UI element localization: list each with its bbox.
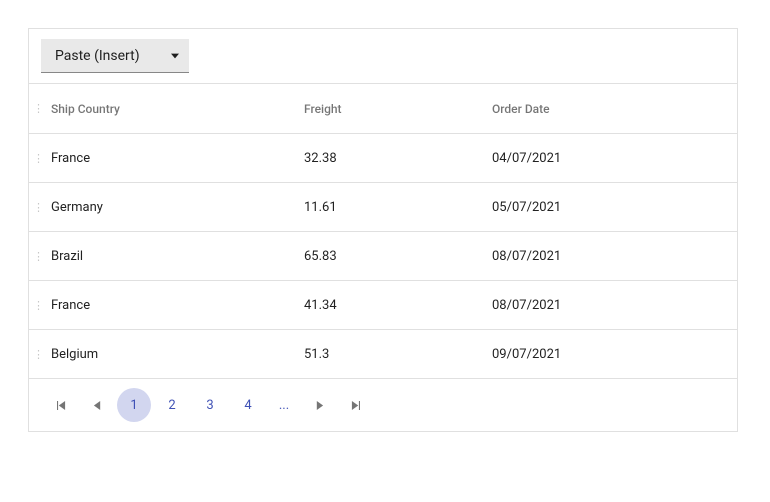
table-row[interactable]: ⋮ France 41.34 08/07/2021 (29, 281, 737, 330)
cell-order-date: 04/07/2021 (488, 151, 718, 166)
cell-order-date: 08/07/2021 (488, 298, 718, 313)
cell-order-date: 08/07/2021 (488, 249, 718, 264)
pager-page-2[interactable]: 2 (155, 388, 189, 422)
toolbar: Paste (Insert) (29, 29, 737, 84)
row-drag-handle[interactable]: ⋮ (29, 250, 47, 263)
table-row[interactable]: ⋮ France 32.38 04/07/2021 (29, 134, 737, 183)
cell-freight: 32.38 (300, 151, 488, 166)
table-row[interactable]: ⋮ Belgium 51.3 09/07/2021 (29, 330, 737, 379)
cell-order-date: 09/07/2021 (488, 347, 718, 362)
table-row[interactable]: ⋮ Brazil 65.83 08/07/2021 (29, 232, 737, 281)
cell-ship-country: Germany (47, 200, 300, 215)
cell-ship-country: Brazil (47, 249, 300, 264)
paste-mode-dropdown[interactable]: Paste (Insert) (41, 39, 189, 73)
table-row[interactable]: ⋮ Germany 11.61 05/07/2021 (29, 183, 737, 232)
column-header-order-date[interactable]: Order Date (488, 102, 718, 116)
column-header-row: ⋮ Ship Country Freight Order Date (29, 84, 737, 134)
pager-ellipsis[interactable]: ... (269, 398, 299, 413)
column-header-ship-country[interactable]: Ship Country (47, 102, 300, 116)
data-grid: Paste (Insert) ⋮ Ship Country Freight Or… (28, 28, 738, 432)
cell-freight: 11.61 (300, 200, 488, 215)
pager-page-3[interactable]: 3 (193, 388, 227, 422)
row-drag-handle[interactable]: ⋮ (29, 299, 47, 312)
cell-ship-country: France (47, 151, 300, 166)
row-drag-handle[interactable]: ⋮ (29, 152, 47, 165)
row-drag-handle-header: ⋮ (29, 102, 47, 115)
cell-ship-country: France (47, 298, 300, 313)
dropdown-label: Paste (Insert) (55, 48, 140, 64)
row-drag-handle[interactable]: ⋮ (29, 201, 47, 214)
cell-ship-country: Belgium (47, 347, 300, 362)
cell-freight: 41.34 (300, 298, 488, 313)
cell-order-date: 05/07/2021 (488, 200, 718, 215)
row-drag-handle[interactable]: ⋮ (29, 348, 47, 361)
cell-freight: 51.3 (300, 347, 488, 362)
pager-page-1[interactable]: 1 (117, 388, 151, 422)
column-header-freight[interactable]: Freight (300, 102, 488, 116)
cell-freight: 65.83 (300, 249, 488, 264)
pager: 1 2 3 4 ... (29, 379, 737, 431)
pager-page-4[interactable]: 4 (231, 388, 265, 422)
pager-prev-icon[interactable] (81, 389, 113, 421)
pager-next-icon[interactable] (303, 389, 335, 421)
pager-first-icon[interactable] (45, 389, 77, 421)
pager-last-icon[interactable] (339, 389, 371, 421)
chevron-down-icon (171, 52, 179, 60)
